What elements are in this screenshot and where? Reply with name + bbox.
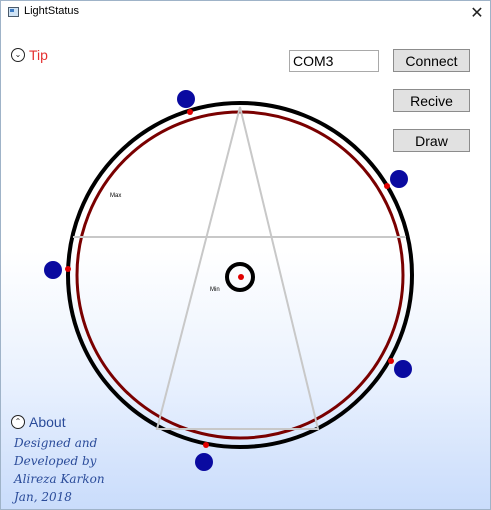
ring-marker xyxy=(384,183,390,189)
sensor-dot[interactable] xyxy=(44,261,62,279)
ring-marker xyxy=(388,358,394,364)
sensor-dot[interactable] xyxy=(390,170,408,188)
draw-button[interactable]: Draw xyxy=(393,129,470,152)
credits-line: Designed and xyxy=(14,436,98,450)
port-input[interactable] xyxy=(289,50,379,72)
tip-label: Tip xyxy=(29,47,48,63)
credits: Designed and Developed by Alireza Karkon… xyxy=(14,434,105,506)
connect-button[interactable]: Connect xyxy=(393,49,470,72)
receive-button[interactable]: Recive xyxy=(393,89,470,112)
max-label: Max xyxy=(110,193,121,199)
credits-line: Jan, 2018 xyxy=(14,490,72,504)
light-diagram: Max Min xyxy=(44,90,414,471)
sensor-dot[interactable] xyxy=(394,360,412,378)
sensor-dot[interactable] xyxy=(195,453,213,471)
ring-marker xyxy=(203,442,209,448)
tip-expander[interactable]: ⌄ Tip xyxy=(11,47,48,63)
ring-marker xyxy=(65,266,71,272)
chevron-down-circle-icon: ⌄ xyxy=(11,48,25,62)
app-window: LightStatus ✕ Max Min ⌄ Tip Connect Reci… xyxy=(0,0,491,510)
credits-line: Alireza Karkon xyxy=(14,472,105,486)
ring-marker xyxy=(187,109,193,115)
center-marker xyxy=(238,274,244,280)
sensor-dot[interactable] xyxy=(177,90,195,108)
light-polygon xyxy=(155,106,320,430)
credits-line: Developed by xyxy=(14,454,97,468)
chevron-up-circle-icon: ⌃ xyxy=(11,415,25,429)
min-label: Min xyxy=(210,287,220,293)
about-expander[interactable]: ⌃ About xyxy=(11,414,66,430)
about-label: About xyxy=(29,414,66,430)
